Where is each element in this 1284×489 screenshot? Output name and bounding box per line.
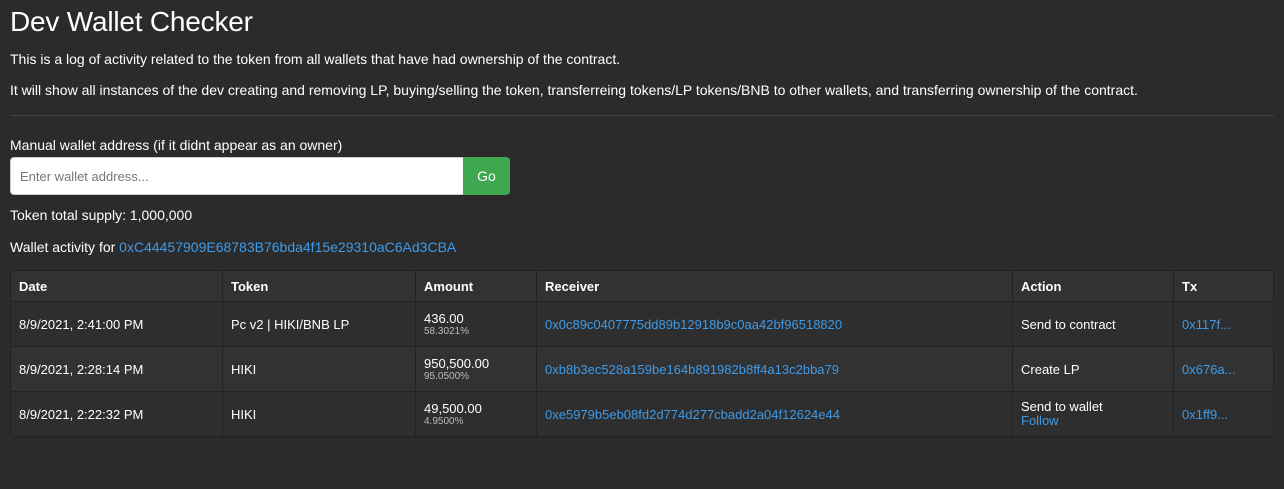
- cell-token: HIKI: [222, 391, 416, 437]
- cell-date: 8/9/2021, 2:41:00 PM: [10, 301, 223, 347]
- column-header-token: Token: [222, 270, 416, 302]
- cell-action: Create LP: [1012, 346, 1174, 392]
- cell-tx: 0x1ff9...: [1173, 391, 1274, 437]
- amount-value: 436.00: [424, 310, 464, 326]
- table-row: 8/9/2021, 2:22:32 PM HIKI 49,500.00 4.95…: [10, 391, 1274, 437]
- cell-token: Pc v2 | HIKI/BNB LP: [222, 301, 416, 347]
- action-text: Send to wallet: [1021, 399, 1103, 414]
- cell-amount: 49,500.00 4.9500%: [415, 391, 537, 437]
- amount-percent: 95.0500%: [424, 370, 470, 382]
- wallet-address-input[interactable]: [10, 157, 463, 195]
- wallet-activity-prefix: Wallet activity for: [10, 239, 116, 255]
- cell-receiver: 0xb8b3ec528a159be164b891982b8ff4a13c2bba…: [536, 346, 1013, 392]
- wallet-address-link[interactable]: 0xC44457909E68783B76bda4f15e29310aC6Ad3C…: [119, 239, 456, 255]
- cell-tx: 0x117f...: [1173, 301, 1274, 347]
- wallet-activity-line: Wallet activity for 0xC44457909E68783B76…: [10, 238, 1274, 256]
- description-intro: This is a log of activity related to the…: [10, 51, 621, 67]
- page-title: Dev Wallet Checker: [10, 6, 253, 37]
- column-header-receiver: Receiver: [536, 270, 1013, 302]
- amount-percent: 4.9500%: [424, 415, 464, 427]
- cell-token: HIKI: [222, 346, 416, 392]
- cell-receiver: 0xe5979b5eb08fd2d774d277cbadd2a04f12624e…: [536, 391, 1013, 437]
- cell-receiver: 0x0c89c0407775dd89b12918b9c0aa42bf965188…: [536, 301, 1013, 347]
- column-header-action: Action: [1012, 270, 1174, 302]
- table-row: 8/9/2021, 2:41:00 PM Pc v2 | HIKI/BNB LP…: [10, 301, 1274, 347]
- description-details: It will show all instances of the dev cr…: [10, 82, 1138, 98]
- amount-percent: 58.3021%: [424, 325, 470, 337]
- amount-value: 49,500.00: [424, 400, 482, 416]
- activity-table: Date Token Amount Receiver Action Tx 8/9…: [10, 270, 1274, 437]
- cell-amount: 950,500.00 95.0500%: [415, 346, 537, 392]
- amount-value: 950,500.00: [424, 355, 490, 371]
- cell-date: 8/9/2021, 2:22:32 PM: [10, 391, 223, 437]
- column-header-date: Date: [10, 270, 223, 302]
- column-header-tx: Tx: [1173, 270, 1274, 302]
- receiver-link[interactable]: 0x0c89c0407775dd89b12918b9c0aa42bf965188…: [545, 317, 842, 332]
- cell-tx: 0x676a...: [1173, 346, 1274, 392]
- tx-link[interactable]: 0x1ff9...: [1182, 407, 1228, 422]
- cell-amount: 436.00 58.3021%: [415, 301, 537, 347]
- table-row: 8/9/2021, 2:28:14 PM HIKI 950,500.00 95.…: [10, 346, 1274, 392]
- tx-link[interactable]: 0x117f...: [1182, 317, 1231, 332]
- cell-action: Send to wallet Follow: [1012, 391, 1174, 437]
- receiver-link[interactable]: 0xb8b3ec528a159be164b891982b8ff4a13c2bba…: [545, 362, 839, 377]
- tx-link[interactable]: 0x676a...: [1182, 362, 1236, 377]
- follow-link[interactable]: Follow: [1021, 414, 1165, 428]
- token-supply: Token total supply: 1,000,000: [10, 207, 193, 223]
- page: Dev Wallet Checker This is a log of acti…: [0, 0, 1284, 437]
- receiver-link[interactable]: 0xe5979b5eb08fd2d774d277cbadd2a04f12624e…: [545, 407, 840, 422]
- cell-action: Send to contract: [1012, 301, 1174, 347]
- table-header-row: Date Token Amount Receiver Action Tx: [10, 270, 1274, 302]
- divider: [10, 115, 1274, 116]
- manual-address-form: Go: [10, 157, 510, 195]
- go-button[interactable]: Go: [463, 157, 510, 195]
- manual-address-label: Manual wallet address (if it didnt appea…: [10, 137, 343, 153]
- column-header-amount: Amount: [415, 270, 537, 302]
- cell-date: 8/9/2021, 2:28:14 PM: [10, 346, 223, 392]
